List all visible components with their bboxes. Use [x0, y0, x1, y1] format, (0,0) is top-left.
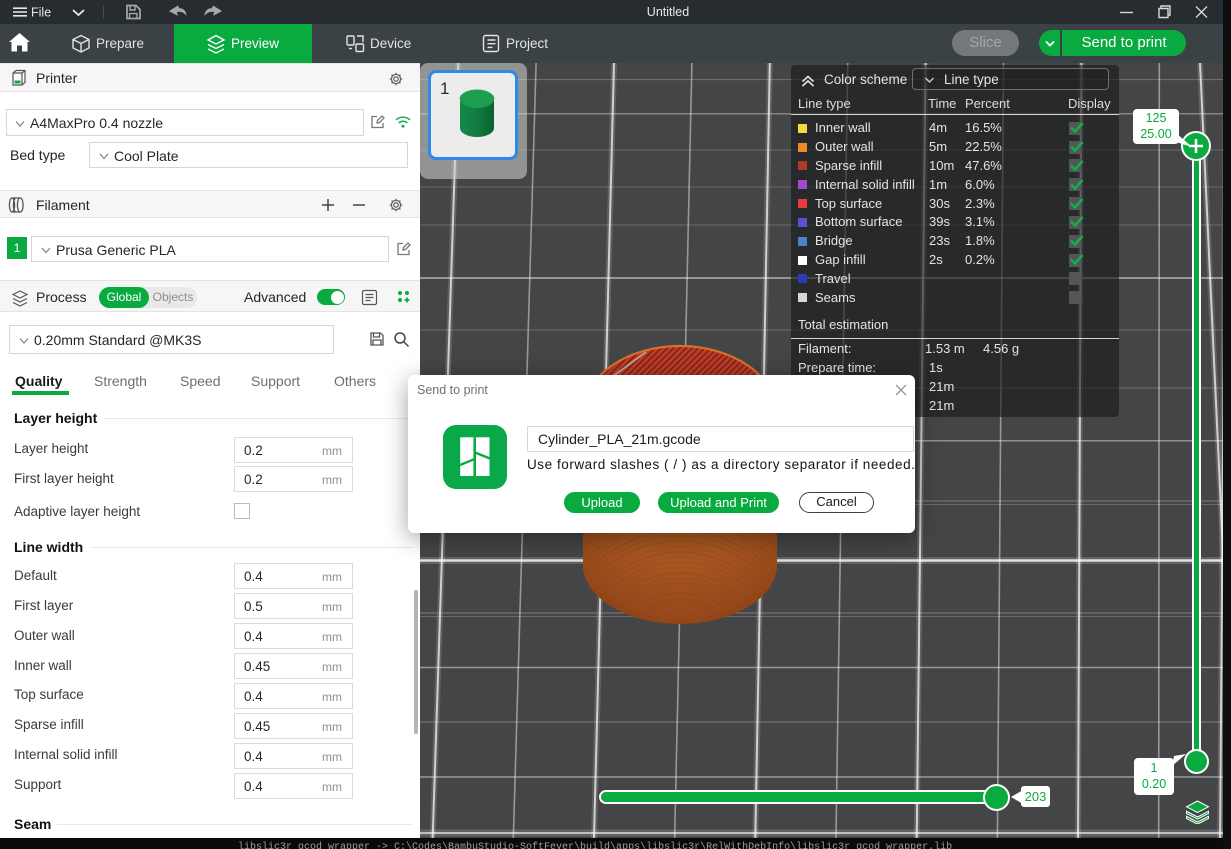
svg-text:File: File [31, 6, 51, 20]
